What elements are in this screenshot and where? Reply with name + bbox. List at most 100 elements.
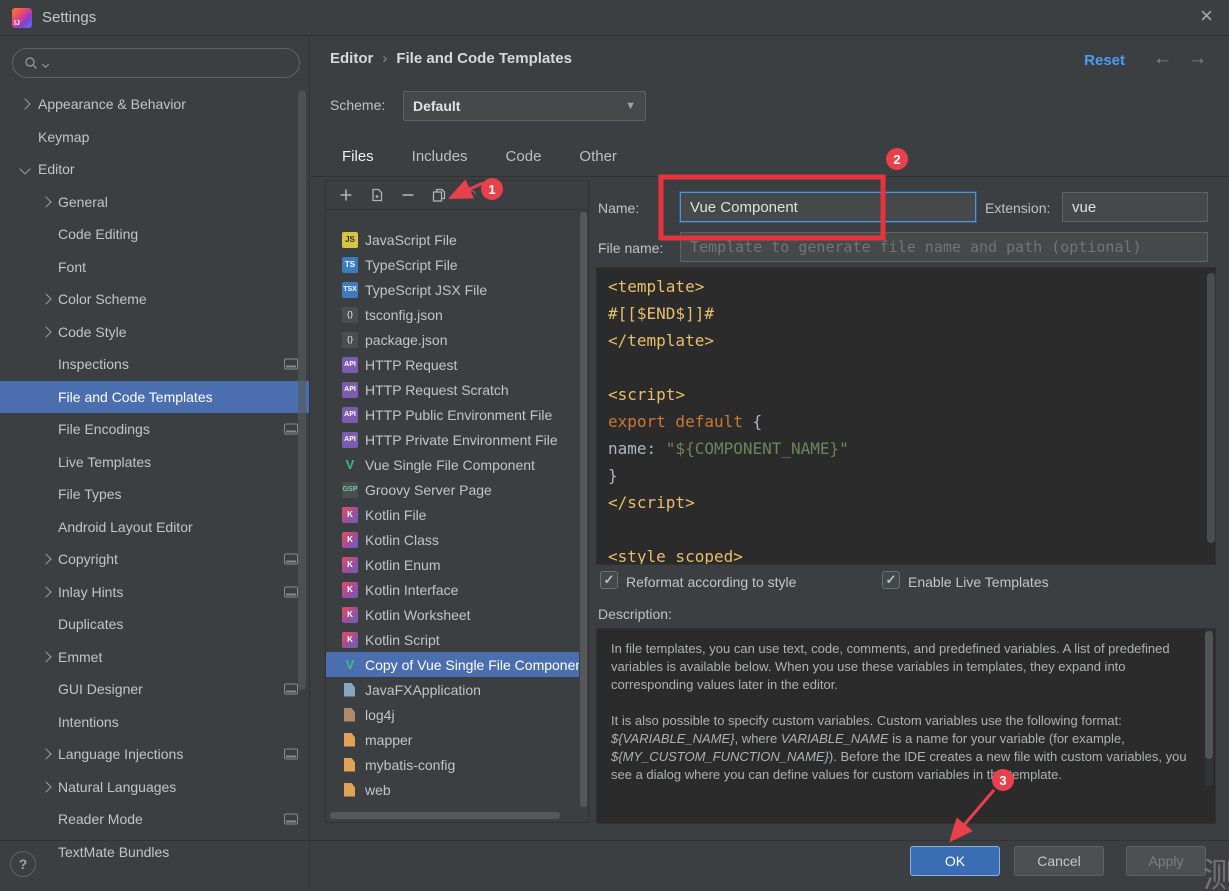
sidebar-item-label: Copyright bbox=[58, 551, 118, 568]
live-templates-checkbox-label: Enable Live Templates bbox=[908, 574, 1049, 590]
sidebar-item-file-and-code-templates[interactable]: File and Code Templates bbox=[0, 380, 309, 413]
name-label: Name: bbox=[598, 200, 640, 216]
sidebar-item-inspections[interactable]: Inspections bbox=[0, 348, 309, 381]
sidebar-item-label: GUI Designer bbox=[58, 681, 143, 698]
help-button[interactable]: ? bbox=[10, 851, 36, 877]
sidebar-item-inlay-hints[interactable]: Inlay Hints bbox=[0, 576, 309, 609]
editor-scrollbar[interactable] bbox=[1207, 273, 1215, 543]
sidebar-item-general[interactable]: General bbox=[0, 186, 309, 219]
dropdown-caret-icon: ▼ bbox=[625, 100, 636, 112]
template-item-label: HTTP Public Environment File bbox=[365, 406, 553, 423]
template-item-kotlin-enum[interactable]: K Kotlin Enum bbox=[326, 552, 579, 577]
description-scrollbar[interactable] bbox=[1205, 631, 1213, 759]
add-template-button[interactable] bbox=[338, 187, 354, 203]
copy-template-button[interactable] bbox=[431, 187, 447, 203]
remove-template-button[interactable] bbox=[400, 187, 416, 203]
tab-files[interactable]: Files bbox=[340, 146, 376, 173]
ok-button[interactable]: OK bbox=[910, 846, 1000, 876]
sidebar-item-label: File Types bbox=[58, 486, 122, 503]
reset-template-button[interactable]: ↶ bbox=[462, 187, 478, 204]
live-templates-checkbox[interactable]: ✓ bbox=[882, 571, 900, 589]
settings-tree: Appearance & Behavior Keymap Editor General… bbox=[0, 88, 309, 868]
template-item-package-json[interactable]: {} package.json bbox=[326, 327, 579, 352]
template-item-http-public-environment-file[interactable]: API HTTP Public Environment File bbox=[326, 402, 579, 427]
code-line: } bbox=[608, 466, 618, 485]
file-name-input[interactable] bbox=[680, 232, 1208, 262]
sidebar-item-label: Editor bbox=[38, 161, 75, 178]
sidebar-item-label: Android Layout Editor bbox=[58, 518, 193, 535]
template-item-typescript-file[interactable]: TS TypeScript File bbox=[326, 252, 579, 277]
template-item-groovy-server-page[interactable]: GSP Groovy Server Page bbox=[326, 477, 579, 502]
search-icon bbox=[25, 57, 37, 69]
template-item-web[interactable]: web bbox=[326, 777, 579, 802]
template-item-kotlin-worksheet[interactable]: K Kotlin Worksheet bbox=[326, 602, 579, 627]
sidebar-item-editor[interactable]: Editor bbox=[0, 153, 309, 186]
sidebar-item-emmet[interactable]: Emmet bbox=[0, 641, 309, 674]
sidebar-item-label: File Encodings bbox=[58, 421, 150, 438]
sidebar-scrollbar[interactable] bbox=[298, 90, 306, 690]
reformat-checkbox[interactable]: ✓ bbox=[600, 571, 618, 589]
sidebar-item-intentions[interactable]: Intentions bbox=[0, 706, 309, 739]
template-item-typescript-jsx-file[interactable]: TSX TypeScript JSX File bbox=[326, 277, 579, 302]
sidebar-item-language-injections[interactable]: Language Injections bbox=[0, 738, 309, 771]
sidebar-item-color-scheme[interactable]: Color Scheme bbox=[0, 283, 309, 316]
create-child-template-button[interactable] bbox=[369, 187, 385, 203]
sidebar-item-duplicates[interactable]: Duplicates bbox=[0, 608, 309, 641]
template-item-vue-single-file-component[interactable]: V Vue Single File Component bbox=[326, 452, 579, 477]
sidebar-item-font[interactable]: Font bbox=[0, 251, 309, 284]
back-arrow-icon[interactable]: ← bbox=[1153, 48, 1172, 70]
template-item-kotlin-script[interactable]: K Kotlin Script bbox=[326, 627, 579, 652]
name-input[interactable] bbox=[680, 192, 976, 222]
breadcrumb-editor[interactable]: Editor bbox=[330, 50, 373, 67]
reset-link[interactable]: Reset bbox=[1084, 52, 1125, 69]
file-type-icon: {} bbox=[342, 331, 358, 348]
template-item-http-request-scratch[interactable]: API HTTP Request Scratch bbox=[326, 377, 579, 402]
tab-code[interactable]: Code bbox=[504, 146, 544, 173]
extension-input[interactable] bbox=[1062, 192, 1208, 222]
search-box[interactable] bbox=[12, 48, 300, 78]
code-line: <style scoped> bbox=[608, 547, 743, 565]
sidebar-item-code-editing[interactable]: Code Editing bbox=[0, 218, 309, 251]
template-item-tsconfig-json[interactable]: {} tsconfig.json bbox=[326, 302, 579, 327]
template-item-javafxapplication[interactable]: JavaFXApplication bbox=[326, 677, 579, 702]
code-line: <script> bbox=[608, 385, 686, 404]
template-item-mybatis-config[interactable]: mybatis-config bbox=[326, 752, 579, 777]
sidebar-item-file-encodings[interactable]: File Encodings bbox=[0, 413, 309, 446]
template-item-http-private-environment-file[interactable]: API HTTP Private Environment File bbox=[326, 427, 579, 452]
close-icon[interactable]: × bbox=[1200, 3, 1213, 29]
sidebar-item-code-style[interactable]: Code Style bbox=[0, 316, 309, 349]
forward-arrow-icon[interactable]: → bbox=[1188, 48, 1207, 70]
file-type-icon: K bbox=[342, 506, 358, 523]
sidebar-item-natural-languages[interactable]: Natural Languages bbox=[0, 771, 309, 804]
template-item-copy-of-vue-single-file-component[interactable]: V Copy of Vue Single File Component bbox=[326, 652, 579, 677]
sidebar-item-reader-mode[interactable]: Reader Mode bbox=[0, 803, 309, 836]
file-type-icon: API bbox=[342, 406, 358, 423]
template-item-kotlin-interface[interactable]: K Kotlin Interface bbox=[326, 577, 579, 602]
scheme-dropdown[interactable]: Default ▼ bbox=[403, 91, 646, 121]
search-input[interactable] bbox=[53, 54, 288, 72]
template-code-editor[interactable]: <template> #[[$END$]]# </template> <script… bbox=[596, 267, 1216, 565]
template-item-http-request[interactable]: API HTTP Request bbox=[326, 352, 579, 377]
template-list-vertical-scrollbar[interactable] bbox=[580, 212, 587, 807]
template-item-log4j[interactable]: log4j bbox=[326, 702, 579, 727]
template-item-javascript-file[interactable]: JS JavaScript File bbox=[326, 227, 579, 252]
apply-button[interactable]: Apply bbox=[1126, 846, 1206, 876]
sidebar-item-live-templates[interactable]: Live Templates bbox=[0, 446, 309, 479]
sidebar-item-copyright[interactable]: Copyright bbox=[0, 543, 309, 576]
sidebar-item-gui-designer[interactable]: GUI Designer bbox=[0, 673, 309, 706]
sidebar-item-file-types[interactable]: File Types bbox=[0, 478, 309, 511]
sidebar-item-keymap[interactable]: Keymap bbox=[0, 121, 309, 154]
template-item-mapper[interactable]: mapper bbox=[326, 727, 579, 752]
template-list-horizontal-scrollbar[interactable] bbox=[330, 812, 560, 819]
template-item-kotlin-file[interactable]: K Kotlin File bbox=[326, 502, 579, 527]
description-text: In file templates, you can use text, cod… bbox=[596, 628, 1216, 824]
tab-includes[interactable]: Includes bbox=[410, 146, 470, 173]
sidebar-item-android-layout-editor[interactable]: Android Layout Editor bbox=[0, 511, 309, 544]
sidebar-item-appearance-behavior[interactable]: Appearance & Behavior bbox=[0, 88, 309, 121]
file-type-icon bbox=[344, 707, 355, 722]
cancel-button[interactable]: Cancel bbox=[1014, 846, 1104, 876]
tabs-divider bbox=[310, 176, 1229, 177]
sidebar-item-label: Keymap bbox=[38, 128, 90, 145]
template-item-kotlin-class[interactable]: K Kotlin Class bbox=[326, 527, 579, 552]
tab-other[interactable]: Other bbox=[577, 146, 619, 173]
